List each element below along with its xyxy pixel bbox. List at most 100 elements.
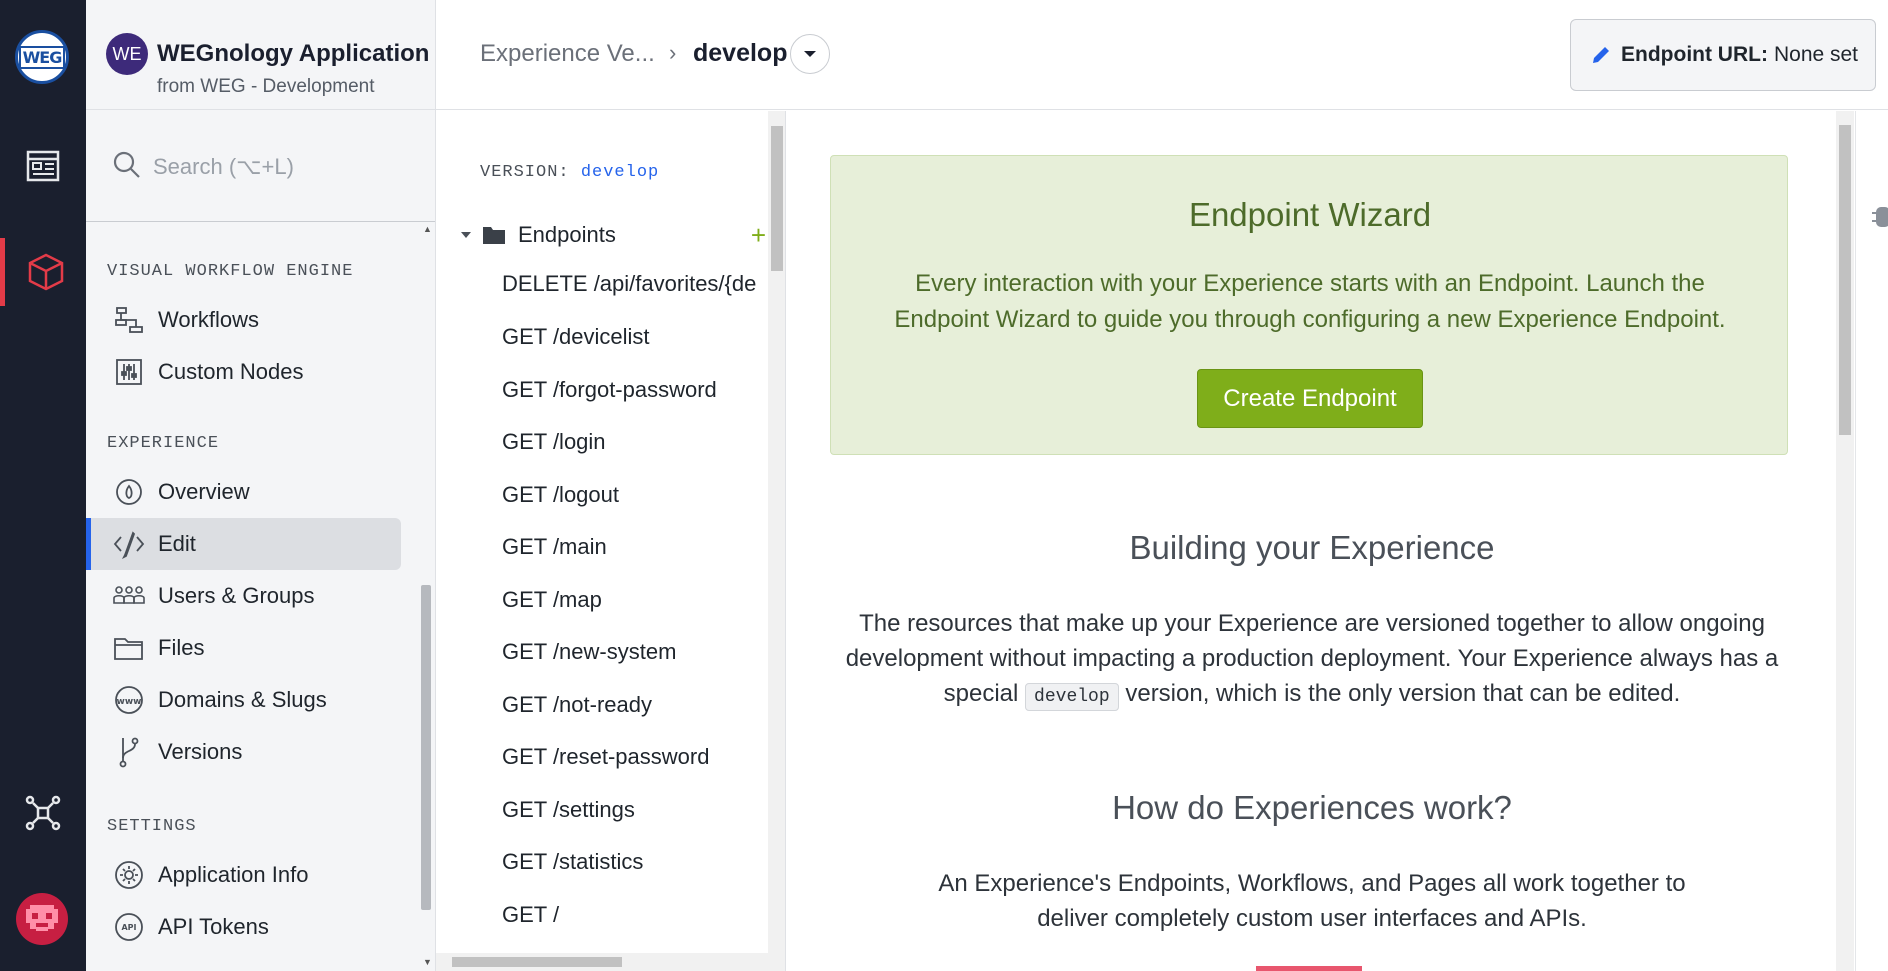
- section-text-how: An Experience's Endpoints, Workflows, an…: [938, 870, 1686, 932]
- breadcrumb-separator: ›: [669, 40, 677, 65]
- main-scroll-thumb[interactable]: [1839, 125, 1851, 435]
- wizard-title: Endpoint Wizard: [1188, 196, 1432, 233]
- caret-down-icon: [461, 232, 471, 238]
- tree-item-endpoint[interactable]: GET /login: [502, 429, 606, 455]
- wizard-description: Every interaction with your Experience s…: [894, 270, 1726, 333]
- sidebar-item-edit[interactable]: Edit: [86, 518, 401, 570]
- endpoint-tree-panel: VERSION: develop Endpoints + DELETE /api…: [436, 111, 786, 971]
- tree-item-endpoint[interactable]: GET /forgot-password: [502, 377, 717, 403]
- tree-horizontal-scroll-thumb[interactable]: [452, 957, 622, 967]
- app-header: WE WEGnology Application from WEG - Deve…: [86, 0, 435, 110]
- endpoint-url-value: None set: [1773, 43, 1859, 66]
- icon-rail: WEG: [0, 0, 86, 971]
- workflows-icon: [112, 303, 146, 337]
- folder-label: Endpoints: [518, 222, 616, 247]
- inline-code: develop: [1025, 683, 1119, 711]
- version-label: VERSION:: [480, 163, 570, 182]
- sidebar-item-overview[interactable]: Overview: [86, 466, 401, 518]
- breadcrumb-parent[interactable]: Experience Ve...: [480, 40, 655, 68]
- section-title-how: How do Experiences work?: [1112, 789, 1512, 826]
- section-title-workflow: VISUAL WORKFLOW ENGINE: [107, 262, 354, 281]
- sidebar-item-label: Application Info: [158, 862, 309, 887]
- sidebar-item-label: Domains & Slugs: [158, 687, 327, 712]
- tree-item-endpoint[interactable]: GET /logout: [502, 482, 619, 508]
- sidebar-item-label: Edit: [158, 531, 196, 556]
- endpoint-url-label: Endpoint URL:: [1621, 43, 1768, 66]
- sidebar-item-app-info[interactable]: Application Info: [86, 849, 401, 901]
- tree-item-endpoint[interactable]: GET /: [502, 902, 559, 928]
- sidebar-item-label: Workflows: [158, 307, 260, 332]
- pencil-icon: [1593, 47, 1609, 63]
- sidebar-item-users-groups[interactable]: Users & Groups: [86, 570, 401, 622]
- section-title-building: Building your Experience: [1129, 529, 1495, 566]
- section-text-building: The resources that make up your Experien…: [827, 606, 1797, 715]
- gear-icon: [112, 858, 146, 892]
- breadcrumb-current: develop: [693, 39, 788, 67]
- dashboard-icon[interactable]: [0, 132, 86, 200]
- version-indicator: VERSION: develop: [480, 163, 659, 182]
- right-panel-strip: [1855, 111, 1888, 971]
- chevron-down-icon: [804, 51, 816, 57]
- sidebar-item-domains[interactable]: www Domains & Slugs: [86, 674, 401, 726]
- edit-code-icon: [112, 527, 146, 561]
- tree-item-endpoint[interactable]: GET /devicelist: [502, 324, 650, 350]
- folder-solid-icon: [483, 227, 505, 244]
- tree-item-endpoint[interactable]: GET /not-ready: [502, 692, 652, 718]
- app-subtitle: from WEG - Development: [157, 76, 375, 97]
- tree-item-endpoint[interactable]: GET /settings: [502, 797, 635, 823]
- search-bar: [86, 110, 435, 222]
- experience-cube-icon[interactable]: [0, 238, 86, 306]
- create-endpoint-button[interactable]: Create Endpoint: [1197, 369, 1423, 428]
- sidebar-item-workflows[interactable]: Workflows: [86, 294, 401, 346]
- section-title-experience: EXPERIENCE: [107, 434, 220, 453]
- user-avatar[interactable]: [16, 893, 68, 945]
- debug-bug-icon[interactable]: [1872, 203, 1888, 231]
- tree-scroll-thumb[interactable]: [771, 126, 783, 271]
- scroll-up-arrow-icon[interactable]: ▲: [423, 224, 432, 234]
- custom-nodes-icon: [112, 355, 146, 389]
- sidebar-item-label: Versions: [158, 739, 243, 764]
- rail-logo-text: WEG: [18, 45, 66, 69]
- sidebar: WE WEGnology Application from WEG - Deve…: [86, 0, 436, 971]
- svg-text:API: API: [121, 923, 136, 932]
- sidebar-item-custom-nodes[interactable]: Custom Nodes: [86, 346, 401, 398]
- users-groups-icon: [112, 579, 146, 613]
- tree-item-endpoint[interactable]: GET /statistics: [502, 849, 643, 875]
- section-title-settings: SETTINGS: [107, 817, 197, 836]
- add-endpoint-icon[interactable]: +: [751, 222, 766, 248]
- sidebar-scroll-thumb[interactable]: [421, 585, 431, 910]
- search-input[interactable]: [153, 150, 413, 184]
- partial-element: [1256, 966, 1362, 971]
- tree-item-endpoint[interactable]: GET /new-system: [502, 639, 676, 665]
- app-avatar[interactable]: WE: [106, 33, 148, 75]
- tree-item-endpoint[interactable]: DELETE /api/favorites/{de: [502, 271, 756, 297]
- overview-icon: [112, 475, 146, 509]
- folder-icon: [112, 631, 146, 665]
- app-name[interactable]: WEGnology Application: [157, 40, 429, 68]
- endpoint-url-button[interactable]: Endpoint URL: None set: [1570, 19, 1876, 91]
- sidebar-item-versions[interactable]: Versions: [86, 726, 401, 778]
- sidebar-item-files[interactable]: Files: [86, 622, 401, 674]
- branch-icon: [112, 735, 146, 769]
- devices-network-icon[interactable]: [0, 779, 86, 847]
- tree-item-endpoint[interactable]: GET /reset-password: [502, 744, 709, 770]
- sidebar-item-label: Users & Groups: [158, 583, 315, 608]
- version-dropdown-button[interactable]: [790, 34, 830, 74]
- sidebar-item-label: Custom Nodes: [158, 359, 304, 384]
- search-icon: [112, 150, 142, 185]
- weg-logo-icon[interactable]: WEG: [15, 30, 69, 84]
- tree-item-endpoint[interactable]: GET /main: [502, 534, 607, 560]
- svg-text:www: www: [117, 697, 142, 707]
- main-content: Endpoint Wizard Every interaction with y…: [787, 111, 1837, 971]
- sidebar-item-label: API Tokens: [158, 914, 269, 939]
- www-icon: www: [112, 683, 146, 717]
- endpoint-wizard-panel: Endpoint Wizard Every interaction with y…: [830, 155, 1788, 455]
- scroll-down-arrow-icon[interactable]: ▼: [423, 957, 432, 967]
- version-value: develop: [580, 163, 660, 182]
- top-header: Experience Ve... › develop Endpoint URL:…: [436, 0, 1888, 110]
- api-icon: API: [112, 910, 146, 944]
- sidebar-item-api-tokens[interactable]: API API Tokens: [86, 901, 401, 953]
- section-text-part: version, which is the only version that …: [1125, 680, 1681, 707]
- tree-item-endpoint[interactable]: GET /map: [502, 587, 602, 613]
- tree-folder-endpoints[interactable]: Endpoints +: [460, 215, 770, 255]
